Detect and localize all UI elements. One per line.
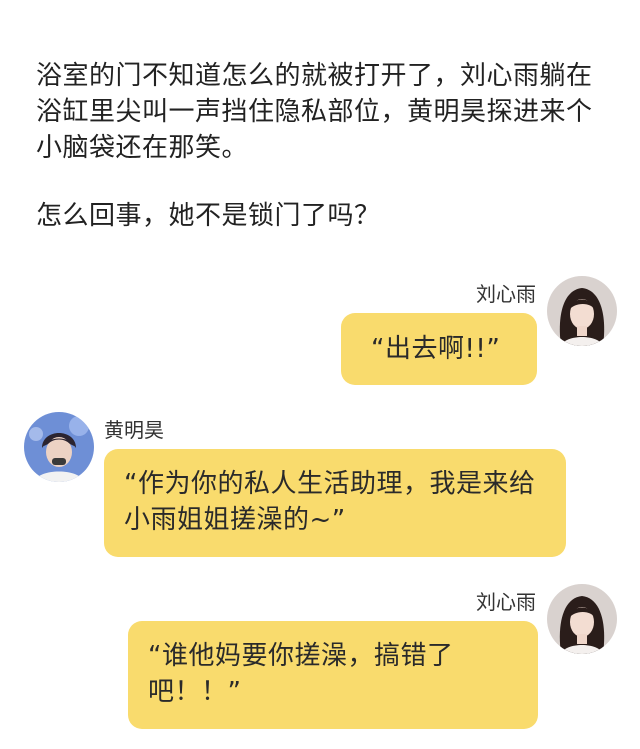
avatar-liu-xinyu[interactable] xyxy=(547,276,617,346)
avatar-huang-minghao[interactable] xyxy=(24,412,94,482)
avatar-liu-xinyu-image xyxy=(547,584,617,654)
sender-name: 黄明昊 xyxy=(104,418,164,442)
narration-paragraph-1: 浴室的门不知道怎么的就被打开了，刘心雨躺在浴缸里尖叫一声挡住隐私部位，黄明昊探进… xyxy=(36,61,593,163)
chat-bubble: “出去啊!!” xyxy=(341,313,537,385)
sender-name: 刘心雨 xyxy=(476,590,536,614)
chat-bubble: “作为你的私人生活助理，我是来给小雨姐姐搓澡的~” xyxy=(104,449,566,557)
narration-paragraph-2: 怎么回事，她不是锁门了吗？ xyxy=(36,201,381,231)
avatar-liu-xinyu-image xyxy=(547,276,617,346)
chat-bubble: “谁他妈要你搓澡，搞错了吧！！” xyxy=(128,621,538,729)
avatar-liu-xinyu[interactable] xyxy=(547,584,617,654)
avatar-huang-minghao-image xyxy=(24,412,94,482)
sender-name: 刘心雨 xyxy=(476,282,536,306)
story-narration: 浴室的门不知道怎么的就被打开了，刘心雨躺在浴缸里尖叫一声挡住隐私部位，黄明昊探进… xyxy=(36,58,616,234)
